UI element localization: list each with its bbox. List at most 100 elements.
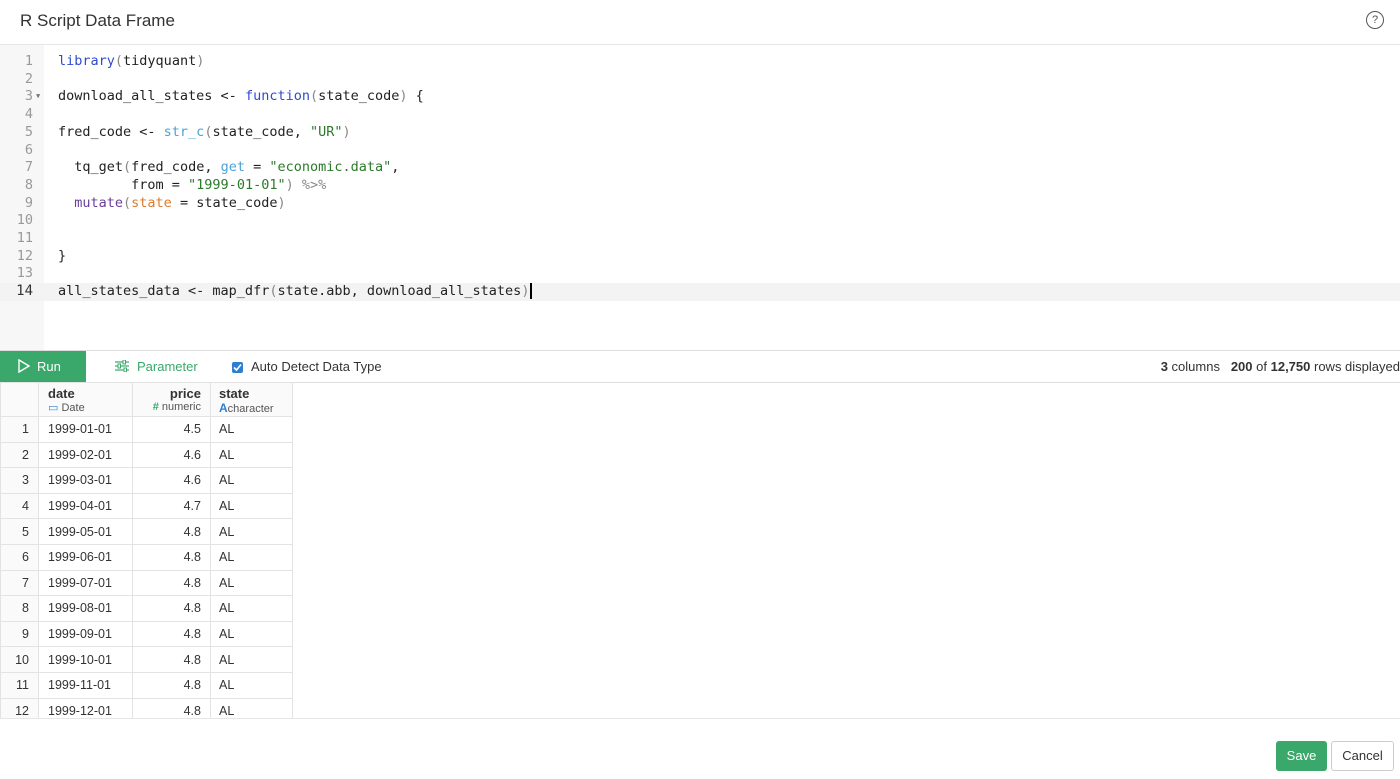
row-number: 6 — [0, 543, 39, 571]
code-text: tq_get(fred_code, get = "economic.data", — [58, 159, 400, 176]
code-editor[interactable]: 1 library(tidyquant) 2 3 ▼ download_all_… — [0, 45, 1400, 350]
hash-icon: # — [152, 401, 159, 413]
table-row[interactable]: 10 1999-10-01 4.8 AL — [0, 646, 293, 673]
line-number: 4 — [24, 106, 33, 123]
cell-state: AL — [210, 620, 293, 648]
cell-date: 1999-11-01 — [38, 671, 133, 699]
cell-price: 4.6 — [132, 467, 211, 494]
row-number: 9 — [0, 620, 39, 648]
row-number: 5 — [0, 518, 39, 545]
table-row[interactable]: 12 1999-12-01 4.8 AL — [0, 697, 293, 718]
cancel-button[interactable]: Cancel — [1331, 741, 1394, 771]
save-button[interactable]: Save — [1276, 741, 1327, 771]
code-text: from = "1999-01-01") %>% — [58, 176, 327, 193]
cell-price: 4.7 — [132, 492, 211, 520]
table-row[interactable]: 9 1999-09-01 4.8 AL — [0, 620, 293, 648]
cell-state: AL — [210, 697, 293, 718]
row-number: 11 — [0, 671, 39, 699]
code-line-14[interactable]: 14 all_states_data <- map_dfr(state.abb,… — [0, 283, 1400, 301]
code-text: mutate(state = state_code) — [58, 194, 286, 211]
code-line-11[interactable]: 11 — [0, 230, 1400, 248]
code-line-7[interactable]: 7 tq_get(fred_code, get = "economic.data… — [0, 159, 1400, 177]
cell-price: 4.8 — [132, 518, 211, 545]
code-line-3[interactable]: 3 ▼ download_all_states <- function(stat… — [0, 88, 1400, 106]
row-number: 12 — [0, 697, 39, 718]
cell-date: 1999-07-01 — [38, 569, 133, 597]
cell-date: 1999-05-01 — [38, 518, 133, 545]
help-icon[interactable]: ? — [1366, 11, 1384, 29]
line-number: 12 — [16, 247, 33, 264]
run-toolbar: Run Parameter Auto Detect Data Type 3 co… — [0, 350, 1400, 383]
table-row[interactable]: 6 1999-06-01 4.8 AL — [0, 543, 293, 571]
cell-date: 1999-08-01 — [38, 595, 133, 622]
parameter-button[interactable]: Parameter — [115, 359, 198, 374]
cell-date: 1999-03-01 — [38, 467, 133, 494]
cell-date: 1999-10-01 — [38, 646, 133, 673]
row-number: 1 — [0, 416, 39, 443]
cell-price: 4.8 — [132, 671, 211, 699]
cell-state: AL — [210, 416, 293, 443]
code-text: download_all_states <- function(state_co… — [58, 88, 424, 105]
line-number: 1 — [24, 53, 33, 69]
row-number: 3 — [0, 467, 39, 494]
table-row[interactable]: 8 1999-08-01 4.8 AL — [0, 595, 293, 622]
code-line-8[interactable]: 8 from = "1999-01-01") %>% — [0, 177, 1400, 195]
checkmark-icon — [233, 363, 242, 372]
data-preview-table: date ▭ Date price # numeric state Achara… — [0, 382, 1400, 718]
cell-price: 4.8 — [132, 569, 211, 597]
auto-detect-label: Auto Detect Data Type — [251, 359, 382, 374]
run-button[interactable]: Run — [0, 351, 86, 382]
code-line-10[interactable]: 10 — [0, 212, 1400, 230]
table-row[interactable]: 3 1999-03-01 4.6 AL — [0, 467, 293, 494]
parameter-label: Parameter — [137, 359, 198, 374]
cell-price: 4.8 — [132, 646, 211, 673]
line-number: 2 — [24, 70, 33, 87]
cell-date: 1999-01-01 — [38, 416, 133, 443]
code-line-9[interactable]: 9 mutate(state = state_code) — [0, 195, 1400, 213]
table-row[interactable]: 2 1999-02-01 4.6 AL — [0, 441, 293, 469]
code-line-2[interactable]: 2 — [0, 71, 1400, 89]
line-number: 14 — [16, 283, 33, 300]
code-line-12[interactable]: 12 } — [0, 248, 1400, 266]
code-line-4[interactable]: 4 — [0, 106, 1400, 124]
code-line-1[interactable]: 1 library(tidyquant) — [0, 53, 1400, 71]
row-number-header — [0, 382, 39, 417]
cell-state: AL — [210, 518, 293, 545]
dialog-title: R Script Data Frame — [20, 11, 175, 30]
cell-state: AL — [210, 543, 293, 571]
code-text: fred_code <- str_c(state_code, "UR") — [58, 123, 351, 140]
table-row[interactable]: 1 1999-01-01 4.5 AL — [0, 416, 293, 443]
column-header-state[interactable]: state Acharacter — [210, 382, 293, 417]
auto-detect-checkbox[interactable] — [232, 362, 243, 373]
cell-state: AL — [210, 441, 293, 469]
cell-price: 4.8 — [132, 595, 211, 622]
cell-date: 1999-12-01 — [38, 697, 133, 718]
table-row[interactable]: 4 1999-04-01 4.7 AL — [0, 492, 293, 520]
column-header-price[interactable]: price # numeric — [132, 382, 211, 417]
table-row[interactable]: 5 1999-05-01 4.8 AL — [0, 518, 293, 545]
cell-state: AL — [210, 646, 293, 673]
column-header-date[interactable]: date ▭ Date — [38, 382, 133, 417]
line-number: 13 — [16, 265, 33, 282]
table-row[interactable]: 11 1999-11-01 4.8 AL — [0, 671, 293, 699]
play-icon — [18, 359, 30, 373]
cell-state: AL — [210, 492, 293, 520]
line-number: 3 — [24, 88, 33, 105]
code-line-13[interactable]: 13 — [0, 265, 1400, 283]
row-number: 2 — [0, 441, 39, 469]
table-row[interactable]: 7 1999-07-01 4.8 AL — [0, 569, 293, 597]
code-text: } — [58, 247, 67, 264]
line-number: 6 — [24, 141, 33, 158]
line-number: 5 — [24, 123, 33, 140]
cell-date: 1999-09-01 — [38, 620, 133, 648]
cell-price: 4.6 — [132, 441, 211, 469]
code-line-5[interactable]: 5 fred_code <- str_c(state_code, "UR") — [0, 124, 1400, 142]
cell-price: 4.5 — [132, 416, 211, 443]
line-number: 10 — [16, 212, 33, 229]
code-text: library(tidyquant) — [58, 53, 205, 69]
row-number: 7 — [0, 569, 39, 597]
code-line-6[interactable]: 6 — [0, 142, 1400, 160]
cell-date: 1999-06-01 — [38, 543, 133, 571]
fold-arrow-icon[interactable]: ▼ — [36, 88, 40, 106]
code-text: all_states_data <- map_dfr(state.abb, do… — [58, 283, 533, 301]
